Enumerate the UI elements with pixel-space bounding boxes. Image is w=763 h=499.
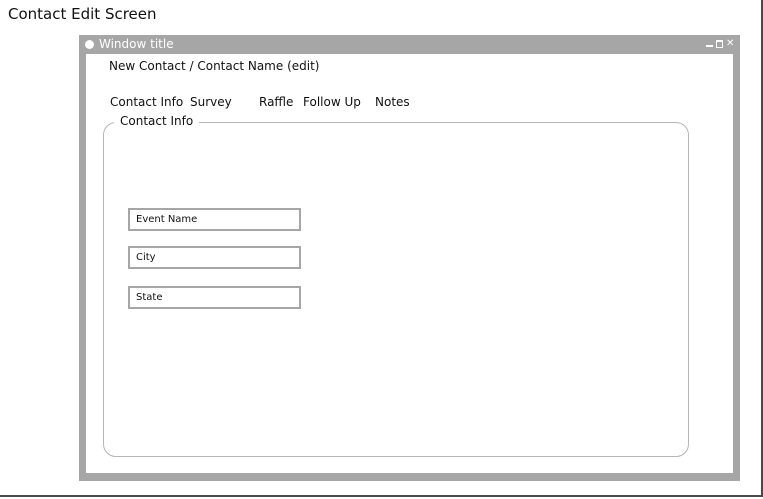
window-controls: ✕ (706, 38, 734, 50)
close-icon[interactable]: ✕ (726, 38, 734, 50)
contact-info-legend: Contact Info (114, 114, 200, 128)
city-field[interactable] (128, 246, 301, 269)
tab-notes[interactable]: Notes (375, 95, 410, 109)
app-window: Window title ✕ New Contact / Contact Nam… (79, 35, 740, 481)
window-title: Window title (99, 37, 174, 51)
screen-title: Contact Edit Screen (8, 5, 157, 23)
tab-raffle[interactable]: Raffle (259, 95, 293, 109)
breadcrumb: New Contact / Contact Name (edit) (109, 59, 320, 73)
window-content: New Contact / Contact Name (edit) Contac… (86, 54, 733, 473)
minimize-icon[interactable] (706, 38, 713, 50)
state-field[interactable] (128, 286, 301, 309)
tab-follow-up[interactable]: Follow Up (303, 95, 361, 109)
window-titlebar[interactable]: Window title ✕ (79, 35, 740, 54)
maximize-icon[interactable] (716, 38, 723, 50)
tab-survey[interactable]: Survey (190, 95, 232, 109)
window-dot-icon (85, 40, 94, 49)
tab-contact-info[interactable]: Contact Info (110, 95, 183, 109)
event-name-field[interactable] (128, 208, 301, 231)
